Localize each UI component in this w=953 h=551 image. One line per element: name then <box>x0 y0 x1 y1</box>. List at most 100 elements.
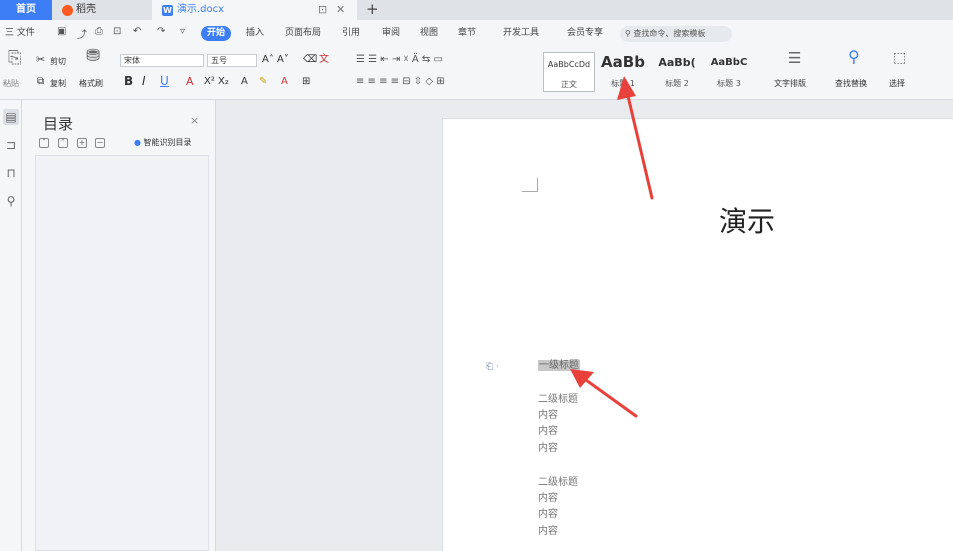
style-name: 标题 3 <box>717 79 741 88</box>
tab-wps[interactable]: 稻壳 <box>56 0 146 20</box>
doc-line[interactable]: 内容 <box>538 525 558 539</box>
align-icon[interactable]: ≡ ≡ ≡ ≡ ⊟ ⇳ ◇ ⊞ <box>356 76 445 88</box>
find-replace-icon[interactable]: ⚲ <box>848 49 860 65</box>
doc-line[interactable]: 内容 <box>538 492 558 506</box>
command-search-input[interactable]: ⚲ 查找命令、搜索模板 <box>620 26 732 42</box>
select-button[interactable]: 选择 <box>889 78 905 90</box>
tab-document-label: 演示.docx <box>177 4 225 15</box>
text-layout-icon[interactable]: ☰ <box>788 51 801 66</box>
save-icon[interactable]: ▣ <box>57 26 66 37</box>
format-painter-icon[interactable]: ⛃ <box>86 48 100 65</box>
text-effect-icon[interactable]: A <box>241 76 248 88</box>
bullet-list-icon[interactable]: ☰ ☰ ⇤ ⇥ ☓ Ä ⇆ ▭ <box>356 54 443 66</box>
style-name: 标题 1 <box>611 79 635 88</box>
paste-label[interactable]: 粘贴 <box>3 78 19 90</box>
pin-icon[interactable]: ⊡ <box>318 0 327 20</box>
menu-chapter[interactable]: 章节 <box>458 20 476 47</box>
find-replace-button[interactable]: 查找替换 <box>835 78 867 90</box>
chapter-icon[interactable]: ⊐ <box>3 137 19 153</box>
style-heading-2[interactable]: AaBb( 标题 2 <box>651 52 703 92</box>
style-sample: AaBbC <box>710 57 748 68</box>
char-border-icon[interactable]: ⊞ <box>302 76 310 88</box>
margin-marker <box>522 191 537 192</box>
document-page[interactable] <box>442 118 953 551</box>
bold-button[interactable]: B <box>124 75 133 87</box>
new-tab-button[interactable]: + <box>366 0 379 19</box>
doc-line[interactable]: 内容 <box>538 442 558 456</box>
strikethrough-icon[interactable]: A <box>186 76 194 88</box>
font-name-select[interactable]: 宋体 <box>120 54 204 67</box>
cut-button[interactable]: 剪切 <box>50 56 66 68</box>
menu-start[interactable]: 开始 <box>201 26 232 41</box>
collapse-icon[interactable]: ˄ <box>58 138 68 148</box>
italic-button[interactable]: I <box>142 75 146 87</box>
font-grow-icon[interactable]: A˄ A˅ <box>262 54 289 66</box>
toc-title: 目录 <box>43 115 74 133</box>
style-sample: AaBb <box>601 53 645 71</box>
smart-toc-label: 智能识别目录 <box>143 138 192 147</box>
menu-member[interactable]: 会员专享 <box>567 20 603 47</box>
menu-developer[interactable]: 开发工具 <box>503 20 539 47</box>
word-doc-icon: W <box>162 4 173 16</box>
font-size-select[interactable]: 五号 <box>207 54 257 67</box>
toc-close-button[interactable]: × <box>190 114 199 127</box>
print-icon[interactable]: ⎙ <box>95 26 103 37</box>
font-size-value: 五号 <box>211 56 227 65</box>
highlight-icon[interactable]: ✎ <box>259 76 267 88</box>
doc-line[interactable]: 内容 <box>538 409 558 423</box>
undo-icon[interactable]: ↶ <box>133 26 141 37</box>
tab-home-label: 首页 <box>16 4 36 15</box>
copy-icon[interactable]: ⧉ <box>37 76 44 88</box>
clear-format-icon[interactable]: ⌫ <box>303 54 317 66</box>
menu-review[interactable]: 审阅 <box>382 20 400 47</box>
menu-view[interactable]: 视图 <box>420 20 438 47</box>
add-icon[interactable]: + <box>77 138 87 148</box>
underline-button[interactable]: U <box>160 75 169 87</box>
tab-home[interactable]: 首页 <box>0 0 52 20</box>
paste-icon[interactable]: ⎘ <box>8 50 22 67</box>
menu-references[interactable]: 引用 <box>342 20 360 47</box>
superscript-icon[interactable]: X² X₂ <box>204 76 229 88</box>
doc-line[interactable]: 内容 <box>538 508 558 522</box>
font-color-icon[interactable]: A <box>281 76 288 88</box>
bookmark-icon[interactable]: ⊓ <box>3 165 19 181</box>
menu-insert[interactable]: 插入 <box>246 20 264 47</box>
scissors-icon[interactable]: ✂ <box>36 54 45 66</box>
phonetic-icon[interactable]: 文 <box>319 54 329 66</box>
wps-logo-icon <box>62 4 73 16</box>
search-placeholder: 查找命令、搜索模板 <box>633 29 706 38</box>
export-icon[interactable]: ⤴ <box>77 26 87 41</box>
tab-wps-label: 稻壳 <box>76 4 96 15</box>
menu-page-layout[interactable]: 页面布局 <box>285 20 321 47</box>
copy-button[interactable]: 复制 <box>50 78 66 90</box>
smart-toc-button[interactable]: ● 智能识别目录 <box>134 137 192 148</box>
style-name: 标题 2 <box>665 79 689 88</box>
doc-line-heading-1[interactable]: 一级标题 <box>538 359 580 373</box>
style-name: 正文 <box>561 80 577 89</box>
doc-line[interactable]: 内容 <box>538 425 558 439</box>
style-heading-1[interactable]: AaBb 标题 1 <box>597 52 649 92</box>
select-icon[interactable]: ⬚ <box>893 51 906 65</box>
doc-line[interactable]: 二级标题 <box>538 393 578 407</box>
close-icon[interactable]: ✕ <box>336 0 345 20</box>
style-sample: AaBb( <box>658 56 696 69</box>
preview-icon[interactable]: ⊡ <box>113 26 121 37</box>
toc-list[interactable] <box>35 155 209 551</box>
style-sample: AaBbCcDd <box>547 60 591 69</box>
remove-icon[interactable]: − <box>95 138 105 148</box>
menu-file[interactable]: 三 文件 <box>5 20 35 47</box>
format-painter-button[interactable]: 格式刷 <box>79 78 103 90</box>
chevron-down-icon[interactable]: ▿ <box>180 26 185 37</box>
tab-bar: 首页 稻壳 W 演示.docx ⊡ ✕ + <box>0 0 953 20</box>
left-icon-strip: ▤ ⊐ ⊓ ⚲ <box>0 100 22 551</box>
search-icon[interactable]: ⚲ <box>3 193 19 209</box>
style-normal[interactable]: AaBbCcDd 正文 <box>543 52 595 92</box>
style-heading-3[interactable]: AaBbC 标题 3 <box>703 52 755 92</box>
document-title[interactable]: 演示 <box>719 200 775 240</box>
redo-icon[interactable]: ↷ <box>157 26 165 37</box>
paragraph-handle-icon[interactable]: ⎗ · <box>486 362 499 372</box>
toc-panel-icon[interactable]: ▤ <box>3 109 19 125</box>
expand-icon[interactable]: ˅ <box>39 138 49 148</box>
text-layout-button[interactable]: 文字排版 <box>774 78 806 90</box>
doc-line[interactable]: 二级标题 <box>538 476 578 490</box>
